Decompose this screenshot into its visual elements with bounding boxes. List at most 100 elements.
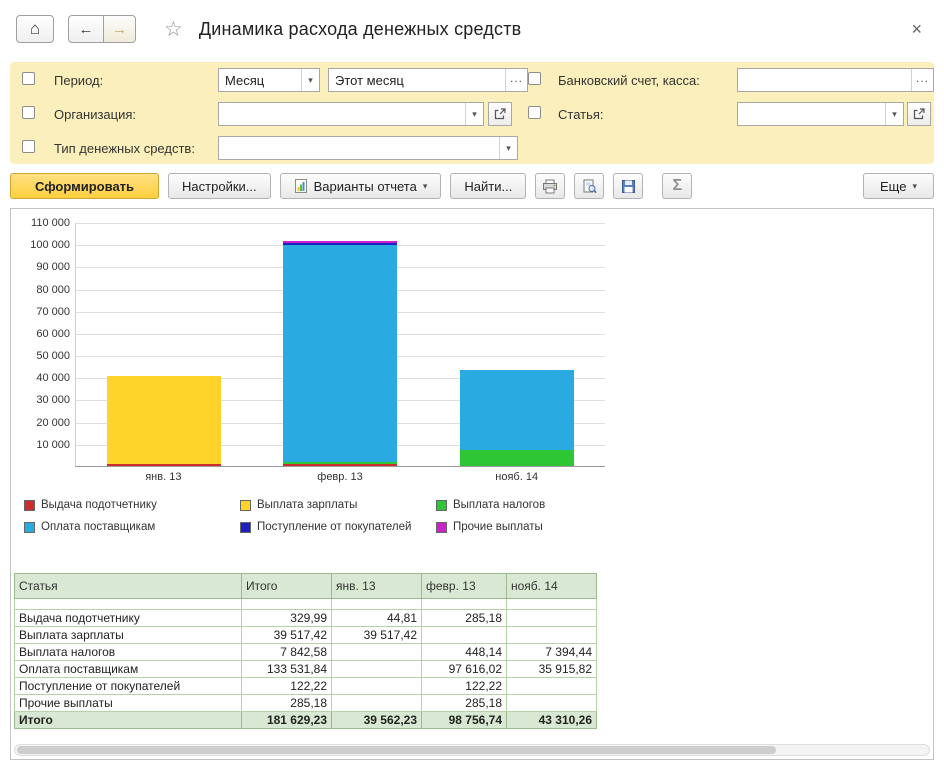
close-icon[interactable]: ×: [905, 17, 928, 42]
legend-item: Выплата зарплаты: [240, 499, 436, 511]
bank-account-choose-button[interactable]: ...: [911, 69, 933, 91]
row-label-cell[interactable]: Выплата налогов: [15, 644, 242, 661]
value-cell[interactable]: [332, 695, 422, 712]
value-cell[interactable]: 7 394,44: [507, 644, 597, 661]
table-header-cell[interactable]: Статья: [15, 574, 242, 599]
print-button[interactable]: [535, 173, 565, 199]
value-cell[interactable]: [332, 661, 422, 678]
table-row[interactable]: Прочие выплаты285,18285,18: [15, 695, 597, 712]
value-cell[interactable]: [332, 644, 422, 661]
cash-type-field[interactable]: ▾: [218, 136, 518, 160]
table-row[interactable]: Оплата поставщикам133 531,84 97 616,0235 …: [15, 661, 597, 678]
table-total-row[interactable]: Итого181 629,2339 562,2398 756,7443 310,…: [15, 712, 597, 729]
article-field[interactable]: ▾: [737, 102, 904, 126]
value-cell[interactable]: [422, 627, 507, 644]
table-row[interactable]: Выплата налогов7 842,58 448,147 394,44: [15, 644, 597, 661]
value-cell[interactable]: [507, 695, 597, 712]
value-cell[interactable]: 39 517,42: [242, 627, 332, 644]
bar-февр. 13[interactable]: [283, 241, 397, 466]
value-cell[interactable]: [507, 627, 597, 644]
report-variants-button[interactable]: Варианты отчета ▾: [280, 173, 442, 199]
table-header-cell[interactable]: янв. 13: [332, 574, 422, 599]
table-header-cell[interactable]: нояб. 14: [507, 574, 597, 599]
value-cell[interactable]: 122,22: [242, 678, 332, 695]
value-cell[interactable]: 35 915,82: [507, 661, 597, 678]
value-cell[interactable]: [507, 678, 597, 695]
bank-account-field[interactable]: ...: [737, 68, 934, 92]
article-open-button[interactable]: [907, 102, 931, 126]
horizontal-scrollbar[interactable]: [14, 744, 930, 756]
y-axis-tick-label: 100 000: [16, 239, 70, 251]
cash-type-checkbox[interactable]: [22, 140, 35, 153]
period-checkbox[interactable]: [22, 72, 35, 85]
legend-swatch: [24, 522, 35, 533]
preview-button[interactable]: [574, 173, 604, 199]
bar-segment[interactable]: [107, 376, 221, 464]
period-choose-button[interactable]: ...: [505, 69, 527, 91]
value-cell[interactable]: 44,81: [332, 610, 422, 627]
chevron-down-icon[interactable]: ▾: [301, 69, 319, 91]
table-row[interactable]: Выдача подотчетнику329,9944,81285,18: [15, 610, 597, 627]
period-unit-input[interactable]: [219, 69, 301, 91]
bank-account-input[interactable]: [738, 69, 911, 91]
value-cell[interactable]: [507, 610, 597, 627]
forward-button[interactable]: →: [104, 15, 136, 43]
generate-button[interactable]: Сформировать: [10, 173, 159, 199]
value-cell[interactable]: 285,18: [242, 695, 332, 712]
report-variants-label: Варианты отчета: [314, 179, 417, 194]
save-icon: [621, 179, 636, 194]
find-button[interactable]: Найти...: [450, 173, 526, 199]
value-cell[interactable]: [332, 678, 422, 695]
article-checkbox[interactable]: [528, 106, 541, 119]
favorite-star-icon[interactable]: ☆: [164, 17, 183, 42]
table-header-cell[interactable]: Итого: [242, 574, 332, 599]
organization-open-button[interactable]: [488, 102, 512, 126]
table-row[interactable]: Выплата зарплаты39 517,4239 517,42: [15, 627, 597, 644]
bank-account-checkbox[interactable]: [528, 72, 541, 85]
table-header-cell[interactable]: февр. 13: [422, 574, 507, 599]
back-button[interactable]: ←: [68, 15, 104, 43]
row-label-cell[interactable]: Выплата зарплаты: [15, 627, 242, 644]
legend-swatch: [436, 500, 447, 511]
value-cell[interactable]: 329,99: [242, 610, 332, 627]
cash-type-input[interactable]: [219, 137, 499, 159]
value-cell[interactable]: 448,14: [422, 644, 507, 661]
settings-button[interactable]: Настройки...: [168, 173, 271, 199]
row-label-cell[interactable]: Прочие выплаты: [15, 695, 242, 712]
period-value-field[interactable]: ...: [328, 68, 528, 92]
organization-field[interactable]: ▾: [218, 102, 484, 126]
bar-segment[interactable]: [460, 370, 574, 450]
save-button[interactable]: [613, 173, 643, 199]
chevron-down-icon[interactable]: ▾: [885, 103, 903, 125]
total-value-cell: 98 756,74: [422, 712, 507, 729]
value-cell[interactable]: 285,18: [422, 695, 507, 712]
bar-segment[interactable]: [283, 245, 397, 462]
value-cell[interactable]: 285,18: [422, 610, 507, 627]
value-cell[interactable]: 97 616,02: [422, 661, 507, 678]
bar-segment[interactable]: [460, 450, 574, 466]
bar-segment[interactable]: [107, 464, 221, 466]
value-cell[interactable]: 39 517,42: [332, 627, 422, 644]
organization-checkbox[interactable]: [22, 106, 35, 119]
value-cell[interactable]: 7 842,58: [242, 644, 332, 661]
table-row[interactable]: Поступление от покупателей122,22122,22: [15, 678, 597, 695]
article-input[interactable]: [738, 103, 885, 125]
row-label-cell[interactable]: Выдача подотчетнику: [15, 610, 242, 627]
scrollbar-thumb[interactable]: [17, 746, 776, 754]
bar-янв. 13[interactable]: [107, 376, 221, 466]
y-axis-tick-label: 80 000: [16, 284, 70, 296]
period-value-input[interactable]: [329, 69, 505, 91]
value-cell[interactable]: 122,22: [422, 678, 507, 695]
home-button[interactable]: ⌂: [16, 15, 54, 43]
bar-нояб. 14[interactable]: [460, 370, 574, 466]
chevron-down-icon[interactable]: ▾: [465, 103, 483, 125]
row-label-cell[interactable]: Оплата поставщикам: [15, 661, 242, 678]
sum-button[interactable]: Σ: [662, 173, 692, 199]
period-unit-combobox[interactable]: ▾: [218, 68, 320, 92]
chevron-down-icon[interactable]: ▾: [499, 137, 517, 159]
bar-segment[interactable]: [283, 464, 397, 466]
value-cell[interactable]: 133 531,84: [242, 661, 332, 678]
more-button[interactable]: Еще ▾: [863, 173, 934, 199]
row-label-cell[interactable]: Поступление от покупателей: [15, 678, 242, 695]
organization-input[interactable]: [219, 103, 465, 125]
